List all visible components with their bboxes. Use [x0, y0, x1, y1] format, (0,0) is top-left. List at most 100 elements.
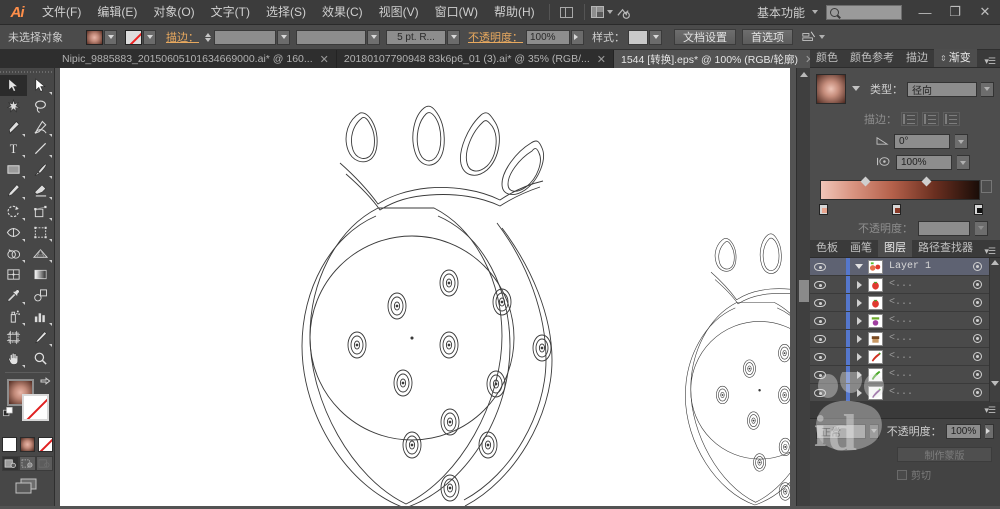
tab-color-guide[interactable]: 颜色参考 [844, 49, 900, 67]
document-setup-button[interactable]: 文档设置 [674, 29, 736, 45]
layer-name-7[interactable]: <... [883, 387, 965, 398]
layer-name-0[interactable]: Layer 1 [883, 261, 965, 272]
workspace-caret-icon[interactable] [812, 10, 818, 14]
stroke-weight-field[interactable] [214, 29, 276, 45]
layer-name-4[interactable]: <... [883, 333, 965, 344]
gradient-tool[interactable] [27, 264, 54, 285]
hand-tool[interactable] [0, 348, 27, 369]
gradient-stop-3[interactable] [974, 204, 983, 215]
direct-selection-tool[interactable] [27, 75, 54, 96]
layer-target-0[interactable] [965, 262, 989, 271]
layer-row-2[interactable]: <... [810, 294, 989, 312]
arrange-documents-icon[interactable] [590, 3, 613, 21]
gradient-opacity-field[interactable] [918, 220, 970, 236]
zoom-tool[interactable] [27, 348, 54, 369]
minimize-button[interactable]: — [910, 0, 940, 25]
none-swatch[interactable] [37, 437, 53, 452]
document-tab-2-close-icon[interactable]: ✕ [597, 53, 606, 66]
menu-object[interactable]: 对象(O) [145, 0, 202, 25]
scroll-up-arrow-icon[interactable] [800, 72, 808, 77]
scale-tool[interactable] [27, 201, 54, 222]
document-tab-2[interactable]: 20180107790948 83k6p6_01 (3).ai* @ 35% (… [336, 50, 614, 68]
layer-row-1[interactable]: <... [810, 276, 989, 294]
layer-visibility-toggle-5[interactable] [810, 352, 830, 361]
curvature-tool[interactable] [27, 117, 54, 138]
rotate-tool[interactable] [0, 201, 27, 222]
layer-target-7[interactable] [965, 388, 989, 397]
default-fill-stroke-icon[interactable] [3, 407, 14, 418]
layer-target-3[interactable] [965, 316, 989, 325]
layer-row-3[interactable]: <... [810, 312, 989, 330]
color-swatch[interactable] [1, 437, 17, 452]
blend-tool[interactable] [27, 285, 54, 306]
menu-edit[interactable]: 编辑(E) [89, 0, 145, 25]
paintbrush-tool[interactable] [27, 159, 54, 180]
gradient-angle-field[interactable]: 0° [894, 134, 950, 149]
canvas-vertical-scrollbar[interactable] [796, 68, 810, 506]
swap-fill-stroke-icon[interactable] [39, 377, 51, 389]
rectangle-tool[interactable] [0, 159, 27, 180]
artboard-tool[interactable] [0, 327, 27, 348]
layer-visibility-toggle-3[interactable] [810, 316, 830, 325]
gradient-type-field[interactable]: 径向 [907, 81, 977, 97]
menu-file[interactable]: 文件(F) [34, 0, 89, 25]
free-transform-tool[interactable] [27, 222, 54, 243]
tab-layers[interactable]: 图层 [878, 239, 912, 257]
document-tab-3[interactable]: 1544 [转换].eps* @ 100% (RGB/轮廓) ✕ [614, 50, 823, 68]
graphic-style-field[interactable] [628, 29, 648, 45]
layers-list[interactable]: Layer 1 <... <... <... <... <... <... <.… [810, 258, 989, 402]
draw-inside-mode[interactable] [35, 456, 53, 471]
transparency-panel-menu-icon[interactable]: ▾☰ [984, 405, 1000, 416]
opacity-label[interactable]: 不透明度： [468, 29, 523, 45]
layer-visibility-toggle-6[interactable] [810, 370, 830, 379]
layers-scroll-up-icon[interactable] [991, 260, 999, 265]
gradient-aspect-dropdown[interactable] [957, 155, 970, 170]
layer-name-2[interactable]: <... [883, 297, 965, 308]
mesh-tool[interactable] [0, 264, 27, 285]
layer-visibility-toggle-1[interactable] [810, 280, 830, 289]
layer-name-5[interactable]: <... [883, 351, 965, 362]
perspective-grid-tool[interactable] [27, 243, 54, 264]
gradient-stop-1[interactable] [819, 204, 828, 215]
tab-swatches[interactable]: 色板 [810, 239, 844, 257]
pencil-tool[interactable] [0, 180, 27, 201]
layer-name-1[interactable]: <... [883, 279, 965, 290]
scrollbar-thumb[interactable] [799, 280, 809, 302]
fill-color-swatch[interactable] [86, 29, 103, 45]
preferences-button[interactable]: 首选项 [742, 29, 793, 45]
menu-view[interactable]: 视图(V) [371, 0, 427, 25]
stroke-gradient-across-icon[interactable] [943, 112, 960, 126]
layer-visibility-toggle-0[interactable] [810, 262, 830, 271]
blend-mode-field[interactable]: 正常 [816, 423, 866, 439]
delete-stop-icon[interactable] [981, 180, 992, 193]
type-tool[interactable]: T [0, 138, 27, 159]
layer-visibility-toggle-2[interactable] [810, 298, 830, 307]
layer-target-2[interactable] [965, 298, 989, 307]
column-graph-tool[interactable] [27, 306, 54, 327]
pen-tool[interactable] [0, 117, 27, 138]
layer-expand-toggle-3[interactable] [850, 316, 868, 325]
eyedropper-tool[interactable] [0, 285, 27, 306]
workspace-switcher[interactable]: 基本功能 [753, 4, 809, 21]
layer-name-6[interactable]: <... [883, 369, 965, 380]
magic-wand-tool[interactable] [0, 96, 27, 117]
layers-scrollbar[interactable] [989, 258, 1000, 402]
screen-mode-button[interactable] [0, 477, 54, 495]
canvas-area[interactable] [55, 68, 855, 509]
stroke-profile-field[interactable] [296, 29, 366, 45]
layer-row-5[interactable]: <... [810, 348, 989, 366]
maximize-button[interactable]: ❐ [940, 0, 970, 25]
stroke-weight-dropdown[interactable] [277, 29, 290, 45]
make-mask-button[interactable]: 制作蒙版 [897, 447, 992, 462]
gradient-swatch[interactable] [19, 437, 35, 452]
layer-expand-toggle-4[interactable] [850, 334, 868, 343]
gradient-opacity-dropdown[interactable] [975, 220, 988, 236]
tab-pathfinder[interactable]: 路径查找器 [912, 239, 979, 257]
line-segment-tool[interactable] [27, 138, 54, 159]
layer-target-6[interactable] [965, 370, 989, 379]
stroke-dropdown-button[interactable] [143, 29, 156, 45]
selection-tool[interactable] [0, 75, 27, 96]
gradient-presets-caret-icon[interactable] [852, 86, 860, 91]
close-button[interactable]: ✕ [970, 0, 1000, 25]
layer-row-7[interactable]: <... [810, 384, 989, 402]
